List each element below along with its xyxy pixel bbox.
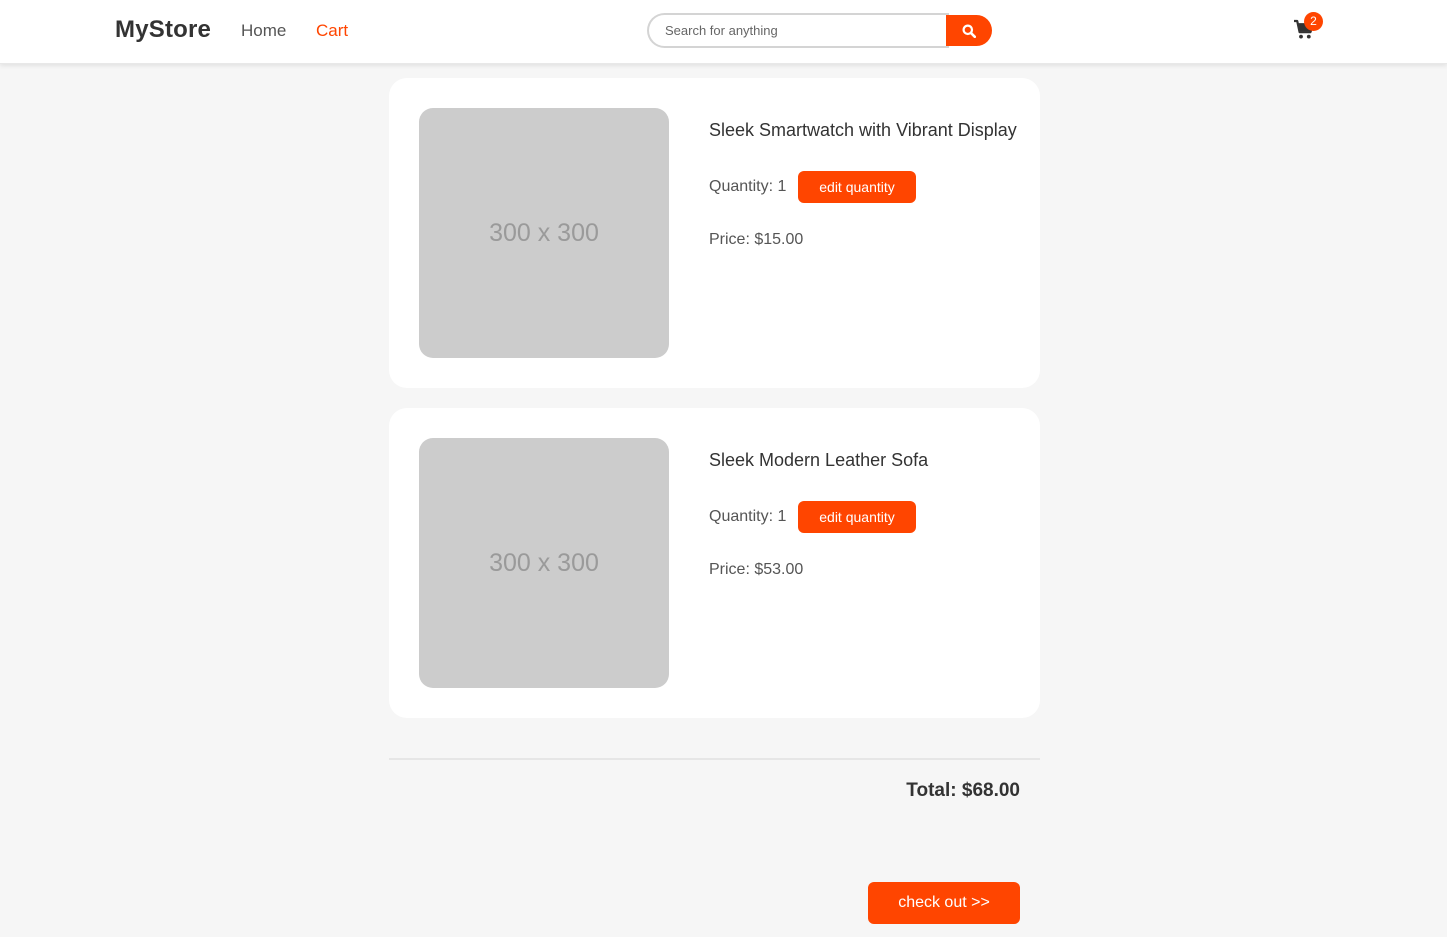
product-image-placeholder: 300 x 300 <box>419 108 669 358</box>
quantity-label: Quantity: 1 <box>709 178 787 195</box>
search-button[interactable] <box>946 15 992 46</box>
product-price: Price: $53.00 <box>709 561 804 578</box>
nav-link-cart[interactable]: Cart <box>316 21 348 41</box>
edit-quantity-button[interactable]: edit quantity <box>798 171 916 203</box>
summary-divider <box>389 758 1040 760</box>
nav-link-home[interactable]: Home <box>241 21 286 41</box>
product-title: Sleek Smartwatch with Vibrant Display <box>709 120 1017 140</box>
checkout-button[interactable]: check out >> <box>868 882 1020 924</box>
product-image-placeholder: 300 x 300 <box>419 438 669 688</box>
cart-total: Total: $68.00 <box>906 780 1020 801</box>
cart-button[interactable]: 2 <box>1293 12 1325 43</box>
top-navbar: MyStore Home Cart 2 <box>0 0 1447 64</box>
product-title: Sleek Modern Leather Sofa <box>709 450 929 470</box>
product-price: Price: $15.00 <box>709 231 804 248</box>
search-input[interactable] <box>647 13 949 48</box>
edit-quantity-button[interactable]: edit quantity <box>798 501 916 533</box>
brand-logo[interactable]: MyStore <box>115 16 211 44</box>
search-bar <box>647 13 992 48</box>
quantity-label: Quantity: 1 <box>709 508 787 525</box>
cart-count-badge: 2 <box>1304 12 1323 31</box>
cart-item-card: 300 x 300 Sleek Modern Leather Sofa Quan… <box>389 408 1040 718</box>
search-icon <box>962 24 976 38</box>
cart-item-card: 300 x 300 Sleek Smartwatch with Vibrant … <box>389 78 1040 388</box>
